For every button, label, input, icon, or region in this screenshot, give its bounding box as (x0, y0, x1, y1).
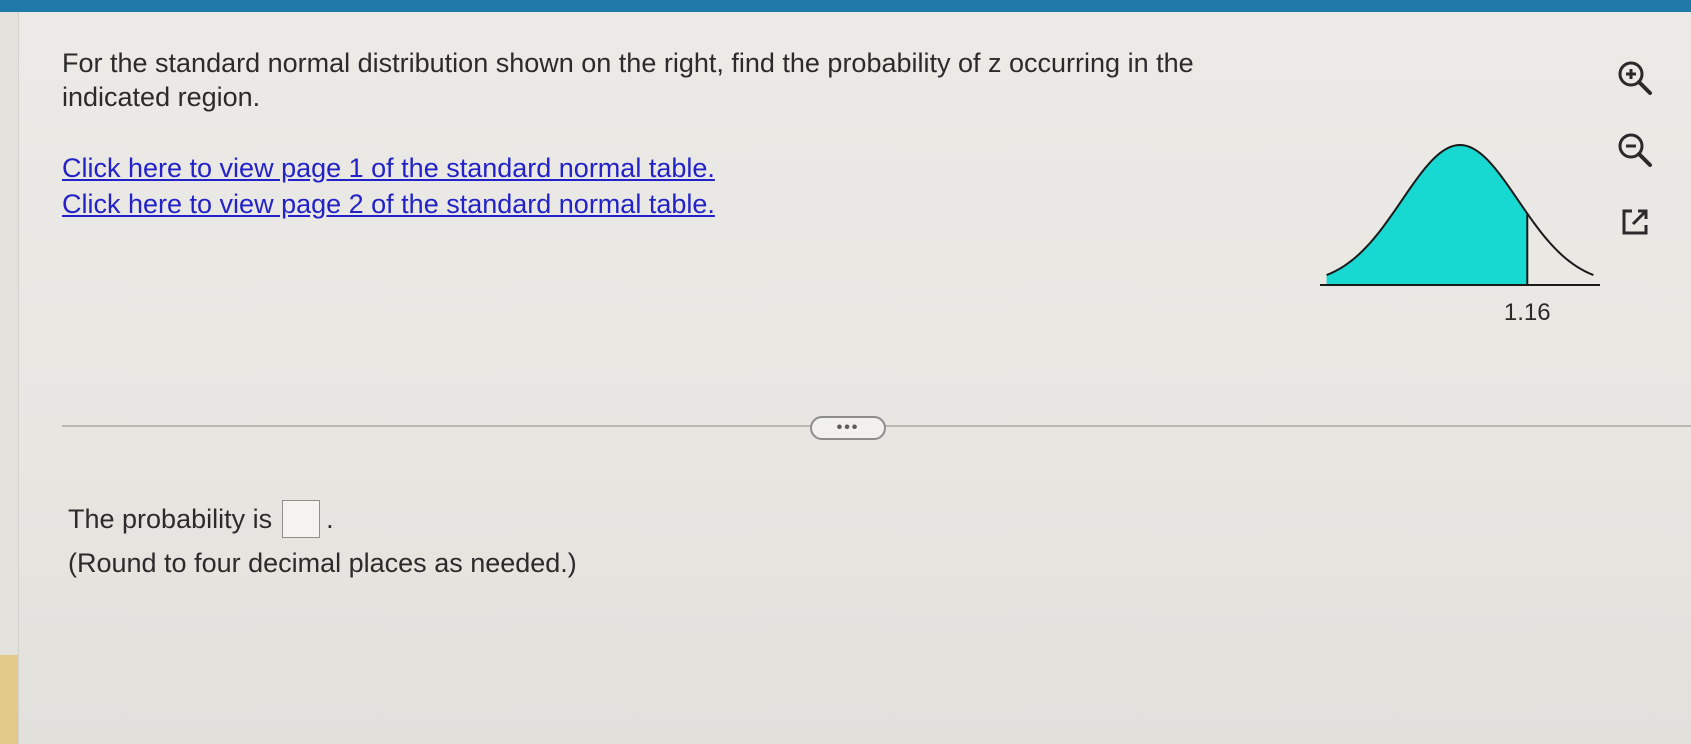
answer-suffix: . (326, 504, 334, 534)
table-page-2-link[interactable]: Click here to view page 2 of the standar… (62, 186, 715, 222)
show-more-button[interactable]: ••• (810, 416, 886, 440)
answer-line: The probability is . (68, 500, 334, 538)
popout-icon (1622, 209, 1648, 235)
z-value-label: 1.16 (1504, 299, 1551, 326)
zoom-in-icon (1618, 61, 1652, 95)
page: For the standard normal distribution sho… (0, 0, 1691, 744)
question-text: For the standard normal distribution sho… (62, 48, 1194, 112)
table-links: Click here to view page 1 of the standar… (62, 150, 715, 222)
zoom-in-button[interactable] (1612, 55, 1658, 101)
top-bar (0, 0, 1691, 12)
graph-tools (1612, 55, 1658, 271)
probability-input[interactable] (282, 500, 321, 538)
answer-prefix: The probability is (68, 504, 273, 534)
table-page-1-link[interactable]: Click here to view page 1 of the standar… (62, 150, 715, 186)
left-edge-accent (0, 655, 18, 744)
normal-distribution-graph: 1.16 (1320, 143, 1600, 326)
left-edge (0, 12, 19, 744)
rounding-hint: (Round to four decimal places as needed.… (68, 548, 577, 578)
popout-button[interactable] (1612, 199, 1658, 245)
zoom-out-button[interactable] (1612, 127, 1658, 173)
zoom-out-icon (1618, 133, 1652, 167)
